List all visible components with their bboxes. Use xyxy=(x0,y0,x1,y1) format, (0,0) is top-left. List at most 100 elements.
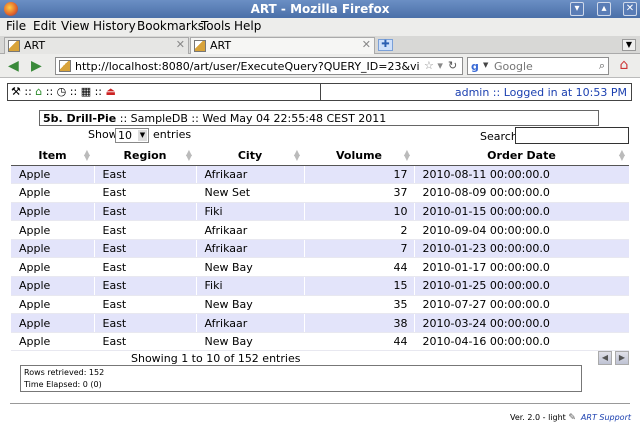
menu-view[interactable]: View xyxy=(61,19,89,33)
art-support-link[interactable]: ART Support xyxy=(581,413,631,422)
table-cell: New Bay xyxy=(195,257,304,278)
back-icon[interactable]: ◀ xyxy=(8,58,19,74)
column-header-item[interactable]: Item ▲ ▼ xyxy=(11,146,94,166)
table-cell: East xyxy=(93,220,196,240)
report-title: 5b. Drill-Pie :: SampleDB :: Wed May 04 … xyxy=(43,112,386,125)
menu-history[interactable]: History xyxy=(93,19,136,33)
tools-icon[interactable]: ⚒ xyxy=(11,85,21,98)
table-row: Apple East Afrikaar 17 2010-08-11 00:00:00.0 xyxy=(11,165,629,185)
minimize-icon[interactable]: ▾ xyxy=(570,2,584,16)
tab-list-icon[interactable]: ▼ xyxy=(622,39,636,51)
url-bar[interactable]: http://localhost:8080/art/user/ExecuteQu… xyxy=(55,57,463,75)
table-cell: 35 xyxy=(303,295,414,315)
table-search-input[interactable] xyxy=(515,127,629,144)
page-size-value: 10 xyxy=(118,129,132,142)
table-cell: 7 xyxy=(303,239,414,259)
window-title: ART - Mozilla Firefox xyxy=(250,2,390,16)
search-icon[interactable]: ⌕ xyxy=(599,59,605,73)
tab-label: ART xyxy=(24,39,46,52)
url-text: http://localhost:8080/art/user/ExecuteQu… xyxy=(75,60,420,73)
exit-icon[interactable]: ⏏ xyxy=(106,85,116,98)
menu-help[interactable]: Help xyxy=(234,19,261,33)
art-toolbar-icons: ⚒ :: ⌂ :: ◷ :: ▦ :: ⏏ xyxy=(11,85,116,98)
time-elapsed: Time Elapsed: 0 (0) xyxy=(24,380,102,389)
home-icon[interactable]: ⌂ xyxy=(35,85,42,98)
table-cell: 15 xyxy=(303,276,414,296)
table-cell: New Bay xyxy=(195,332,304,352)
query-stats: Rows retrieved: 152 Time Elapsed: 0 (0) xyxy=(20,365,582,392)
table-cell: Afrikaar xyxy=(195,313,304,333)
table-cell: 2010-04-16 00:00:00.0 xyxy=(413,332,629,352)
table-row: Apple East Fiki 15 2010-01-25 00:00:00.0 xyxy=(11,276,629,296)
table-cell: 2010-01-25 00:00:00.0 xyxy=(413,276,629,296)
table-cell: East xyxy=(93,332,196,352)
web-search-box[interactable]: g ▼ ⌕ xyxy=(467,57,609,75)
menu-bar: File Edit View History Bookmarks Tools H… xyxy=(0,18,640,36)
table-cell: East xyxy=(93,202,196,222)
column-header-volume[interactable]: Volume ▲ ▼ xyxy=(304,146,414,166)
column-header-city[interactable]: City ▲ ▼ xyxy=(196,146,304,166)
table-cell: Apple xyxy=(11,183,94,203)
table-cell: 2010-07-27 00:00:00.0 xyxy=(413,295,629,315)
results-table: Item ▲ ▼ Region ▲ ▼ City ▲ ▼ Volume ▲ ▼ Order Da… xyxy=(11,146,629,352)
art-toolbar: ⚒ :: ⌂ :: ◷ :: ▦ :: ⏏ admin :: Logged in… xyxy=(7,83,632,101)
chevron-down-icon[interactable]: ▼ xyxy=(138,130,147,141)
close-tab-icon[interactable]: ✕ xyxy=(362,38,371,51)
home-icon[interactable]: ⌂ xyxy=(615,57,633,75)
table-cell: 44 xyxy=(303,332,414,352)
engine-dropdown-icon[interactable]: ▼ xyxy=(483,61,488,69)
table-cell: East xyxy=(93,313,196,333)
entries-label: entries xyxy=(153,128,192,141)
close-window-icon[interactable]: ✕ xyxy=(623,2,637,16)
table-row: Apple East Afrikaar 7 2010-01-23 00:00:00.0 xyxy=(11,239,629,259)
reload-icon[interactable]: ↻ xyxy=(448,59,457,72)
table-cell: Apple xyxy=(11,202,94,222)
table-cell: 2010-01-15 00:00:00.0 xyxy=(413,202,629,222)
toolbar-divider xyxy=(320,84,321,100)
column-header-order-date[interactable]: Order Date ▲ ▼ xyxy=(414,146,629,166)
table-cell: Apple xyxy=(11,239,94,259)
sort-icon: ▲ ▼ xyxy=(185,148,192,162)
clock-icon[interactable]: ◷ xyxy=(57,85,67,98)
sort-icon: ▲ ▼ xyxy=(83,148,90,162)
table-row: Apple East Afrikaar 38 2010-03-24 00:00:00.0 xyxy=(11,313,629,333)
table-cell: Fiki xyxy=(195,276,304,296)
maximize-icon[interactable]: ▴ xyxy=(597,2,611,16)
bookmark-star-icon[interactable]: ☆ ▾ xyxy=(424,59,443,72)
table-cell: East xyxy=(93,276,196,296)
tab-art-2[interactable]: ART ✕ xyxy=(190,37,375,54)
table-cell: Apple xyxy=(11,165,94,185)
table-cell: New Bay xyxy=(195,295,304,315)
forward-icon[interactable]: ▶ xyxy=(31,58,42,74)
table-cell: 2 xyxy=(303,220,414,240)
new-tab-icon[interactable]: ✚ xyxy=(378,39,393,51)
google-engine-icon[interactable]: g xyxy=(471,60,479,73)
table-row: Apple East Fiki 10 2010-01-15 00:00:00.0 xyxy=(11,202,629,222)
web-search-input[interactable] xyxy=(494,59,590,73)
table-cell: Apple xyxy=(11,332,94,352)
table-cell: Afrikaar xyxy=(195,165,304,185)
menu-edit[interactable]: Edit xyxy=(33,19,56,33)
table-cell: East xyxy=(93,165,196,185)
column-header-region[interactable]: Region ▲ ▼ xyxy=(94,146,196,166)
page-size-select[interactable]: 10 ▼ xyxy=(115,128,149,143)
close-tab-icon[interactable]: ✕ xyxy=(176,38,185,51)
table-cell: 2010-03-24 00:00:00.0 xyxy=(413,313,629,333)
table-cell: 10 xyxy=(303,202,414,222)
previous-page-icon[interactable]: ◀ xyxy=(598,351,612,365)
sort-icon: ▲ ▼ xyxy=(618,148,625,162)
sort-icon: ▲ ▼ xyxy=(293,148,300,162)
next-page-icon[interactable]: ▶ xyxy=(615,351,629,365)
table-cell: East xyxy=(93,183,196,203)
table-cell: 37 xyxy=(303,183,414,203)
menu-file[interactable]: File xyxy=(6,19,26,33)
table-cell: Apple xyxy=(11,295,94,315)
table-cell: Afrikaar xyxy=(195,220,304,240)
tab-art-1[interactable]: ART ✕ xyxy=(4,37,189,54)
tab-label: ART xyxy=(210,39,232,52)
menu-tools[interactable]: Tools xyxy=(201,19,231,33)
menu-bookmarks[interactable]: Bookmarks xyxy=(137,19,204,33)
report-name: 5b. Drill-Pie xyxy=(43,112,117,125)
tab-bar: ART ✕ ART ✕ ✚ ▼ xyxy=(0,36,640,54)
grid-icon[interactable]: ▦ xyxy=(81,85,91,98)
